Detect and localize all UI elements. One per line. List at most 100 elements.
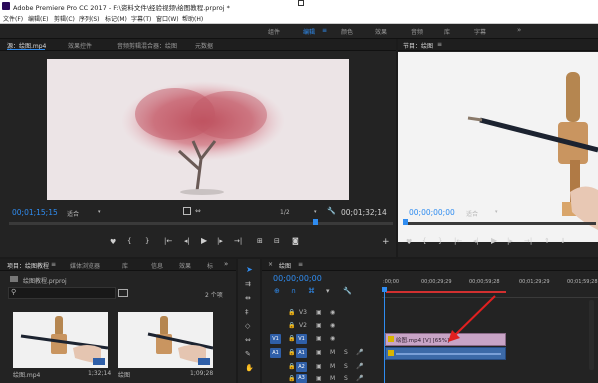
- mute-button[interactable]: M: [330, 349, 335, 356]
- pen-tool-icon[interactable]: ✎: [245, 350, 251, 358]
- mark-out-icon[interactable]: }: [438, 237, 442, 245]
- sync-lock-icon[interactable]: ▣: [316, 363, 322, 370]
- track-label[interactable]: A3: [296, 374, 307, 383]
- menu-marker[interactable]: 标记(M): [105, 14, 127, 23]
- insert-marker-icon[interactable]: ⇔: [195, 207, 201, 215]
- add-marker-icon[interactable]: ▾: [326, 287, 330, 295]
- sync-lock-icon[interactable]: ▣: [316, 375, 322, 382]
- project-item-thumbnail[interactable]: [118, 312, 213, 368]
- nest-icon[interactable]: ⊕: [274, 287, 280, 295]
- track-label[interactable]: V2: [299, 322, 307, 329]
- rolling-edit-tool-icon[interactable]: ‡: [245, 308, 249, 316]
- tab-libraries[interactable]: 库: [122, 261, 128, 270]
- menu-sequence[interactable]: 序列(S): [79, 14, 100, 23]
- menu-clip[interactable]: 剪辑(C): [54, 14, 75, 23]
- selection-tool-icon[interactable]: ➤: [246, 265, 253, 274]
- microphone-icon[interactable]: 🎤: [356, 363, 363, 370]
- tab-media-browser[interactable]: 媒体浏览器: [70, 261, 100, 270]
- lock-icon[interactable]: 🔒: [288, 349, 295, 356]
- track-label[interactable]: A1: [296, 348, 307, 358]
- workspace-more[interactable]: »: [517, 26, 521, 34]
- playhead-handle[interactable]: [382, 287, 387, 292]
- workspace-assembly[interactable]: 组件: [268, 27, 280, 36]
- solo-button[interactable]: S: [344, 363, 348, 370]
- hand-tool-icon[interactable]: ✋: [245, 364, 254, 372]
- workspace-editing[interactable]: 编辑: [303, 27, 315, 36]
- source-scrubber[interactable]: [9, 222, 393, 225]
- tab-markers[interactable]: 标: [207, 261, 213, 270]
- solo-button[interactable]: S: [344, 375, 348, 382]
- track-label[interactable]: A2: [296, 362, 307, 372]
- source-timecode-in[interactable]: 00;01;15;15: [12, 208, 58, 217]
- program-playhead[interactable]: [403, 219, 408, 225]
- tab-audio-mixer[interactable]: 音频剪辑混合器：绘图: [117, 41, 177, 50]
- snap-icon[interactable]: ∩: [291, 287, 296, 295]
- workspace-effects[interactable]: 效果: [375, 27, 387, 36]
- lock-icon[interactable]: 🔒: [288, 335, 295, 342]
- workspace-audio[interactable]: 音频: [411, 27, 423, 36]
- eye-icon[interactable]: ◉: [330, 322, 335, 329]
- go-to-out-icon[interactable]: →|: [234, 237, 242, 245]
- step-forward-icon[interactable]: |▸: [217, 237, 223, 245]
- sync-lock-icon[interactable]: ▣: [316, 349, 322, 356]
- project-menu-icon[interactable]: ≡: [51, 261, 56, 268]
- sync-lock-icon[interactable]: ▣: [316, 322, 322, 329]
- tab-effects[interactable]: 效果: [179, 261, 191, 270]
- timeline-vertical-scrollbar[interactable]: [589, 300, 594, 370]
- lock-icon[interactable]: 🔒: [288, 363, 295, 370]
- insert-icon[interactable]: ⊞: [257, 237, 263, 245]
- razor-tool-icon[interactable]: ◇: [245, 322, 250, 330]
- wrench-icon[interactable]: 🔧: [327, 207, 336, 215]
- track-label[interactable]: V1: [296, 334, 307, 344]
- close-icon[interactable]: ×: [268, 261, 273, 268]
- microphone-icon[interactable]: 🎤: [356, 349, 363, 356]
- track-label[interactable]: V3: [299, 309, 307, 316]
- lock-icon[interactable]: 🔒: [288, 375, 295, 382]
- play-icon[interactable]: ▶: [491, 236, 497, 245]
- camera-icon[interactable]: ◙: [292, 237, 299, 245]
- step-back-icon[interactable]: ◂|: [473, 237, 479, 245]
- tab-project[interactable]: 项目：绘图教程: [7, 261, 49, 270]
- lock-icon[interactable]: 🔒: [288, 309, 295, 316]
- menu-help[interactable]: 帮助(H): [182, 14, 203, 23]
- eye-icon[interactable]: ◉: [330, 309, 335, 316]
- menu-window[interactable]: 窗口(W): [156, 14, 179, 23]
- tab-sequence[interactable]: 绘图: [279, 261, 291, 270]
- program-fit-select[interactable]: 适合: [466, 209, 478, 218]
- program-menu-icon[interactable]: ≡: [437, 41, 442, 48]
- source-patch-v1[interactable]: V1: [270, 334, 281, 344]
- overwrite-icon[interactable]: ⊟: [274, 237, 280, 245]
- eye-icon[interactable]: ◉: [330, 335, 335, 342]
- chevron-down-icon[interactable]: ▾: [314, 209, 317, 215]
- tab-metadata[interactable]: 元数据: [195, 41, 213, 50]
- track-select-tool-icon[interactable]: ⇉: [245, 280, 251, 288]
- play-icon[interactable]: ▶: [201, 236, 207, 245]
- bin-icon[interactable]: [118, 289, 128, 297]
- slip-tool-icon[interactable]: ⇔: [245, 336, 251, 344]
- microphone-icon[interactable]: 🎤: [356, 375, 363, 382]
- lift-icon[interactable]: ⇑: [544, 237, 550, 245]
- project-item-thumbnail[interactable]: [13, 312, 108, 368]
- menu-file[interactable]: 文件(F): [3, 14, 23, 23]
- program-scrubber[interactable]: [404, 222, 596, 225]
- go-to-in-icon[interactable]: |←: [454, 237, 462, 245]
- tab-info[interactable]: 信息: [151, 261, 163, 270]
- menu-title[interactable]: 字幕(T): [131, 14, 151, 23]
- extract-icon[interactable]: ⇓: [560, 237, 566, 245]
- linked-selection-icon[interactable]: ⌘: [308, 287, 315, 295]
- project-search-input[interactable]: ⚲: [8, 287, 116, 299]
- tab-program[interactable]: 节目：绘图: [403, 41, 433, 50]
- add-button-icon[interactable]: +: [382, 237, 390, 247]
- source-settings-icon[interactable]: [183, 207, 191, 215]
- workspace-titles[interactable]: 字幕: [474, 27, 486, 36]
- source-playhead[interactable]: [313, 219, 318, 225]
- add-marker-icon[interactable]: ♥: [110, 238, 116, 246]
- tab-effect-controls[interactable]: 效果控件: [68, 41, 92, 50]
- mark-out-icon[interactable]: }: [145, 237, 149, 245]
- mark-in-icon[interactable]: {: [422, 237, 426, 245]
- workspace-libraries[interactable]: 库: [444, 27, 450, 36]
- solo-button[interactable]: S: [344, 349, 348, 356]
- step-forward-icon[interactable]: |▸: [507, 237, 513, 245]
- more-tabs-icon[interactable]: »: [224, 260, 228, 268]
- ripple-edit-tool-icon[interactable]: ⇹: [245, 294, 251, 302]
